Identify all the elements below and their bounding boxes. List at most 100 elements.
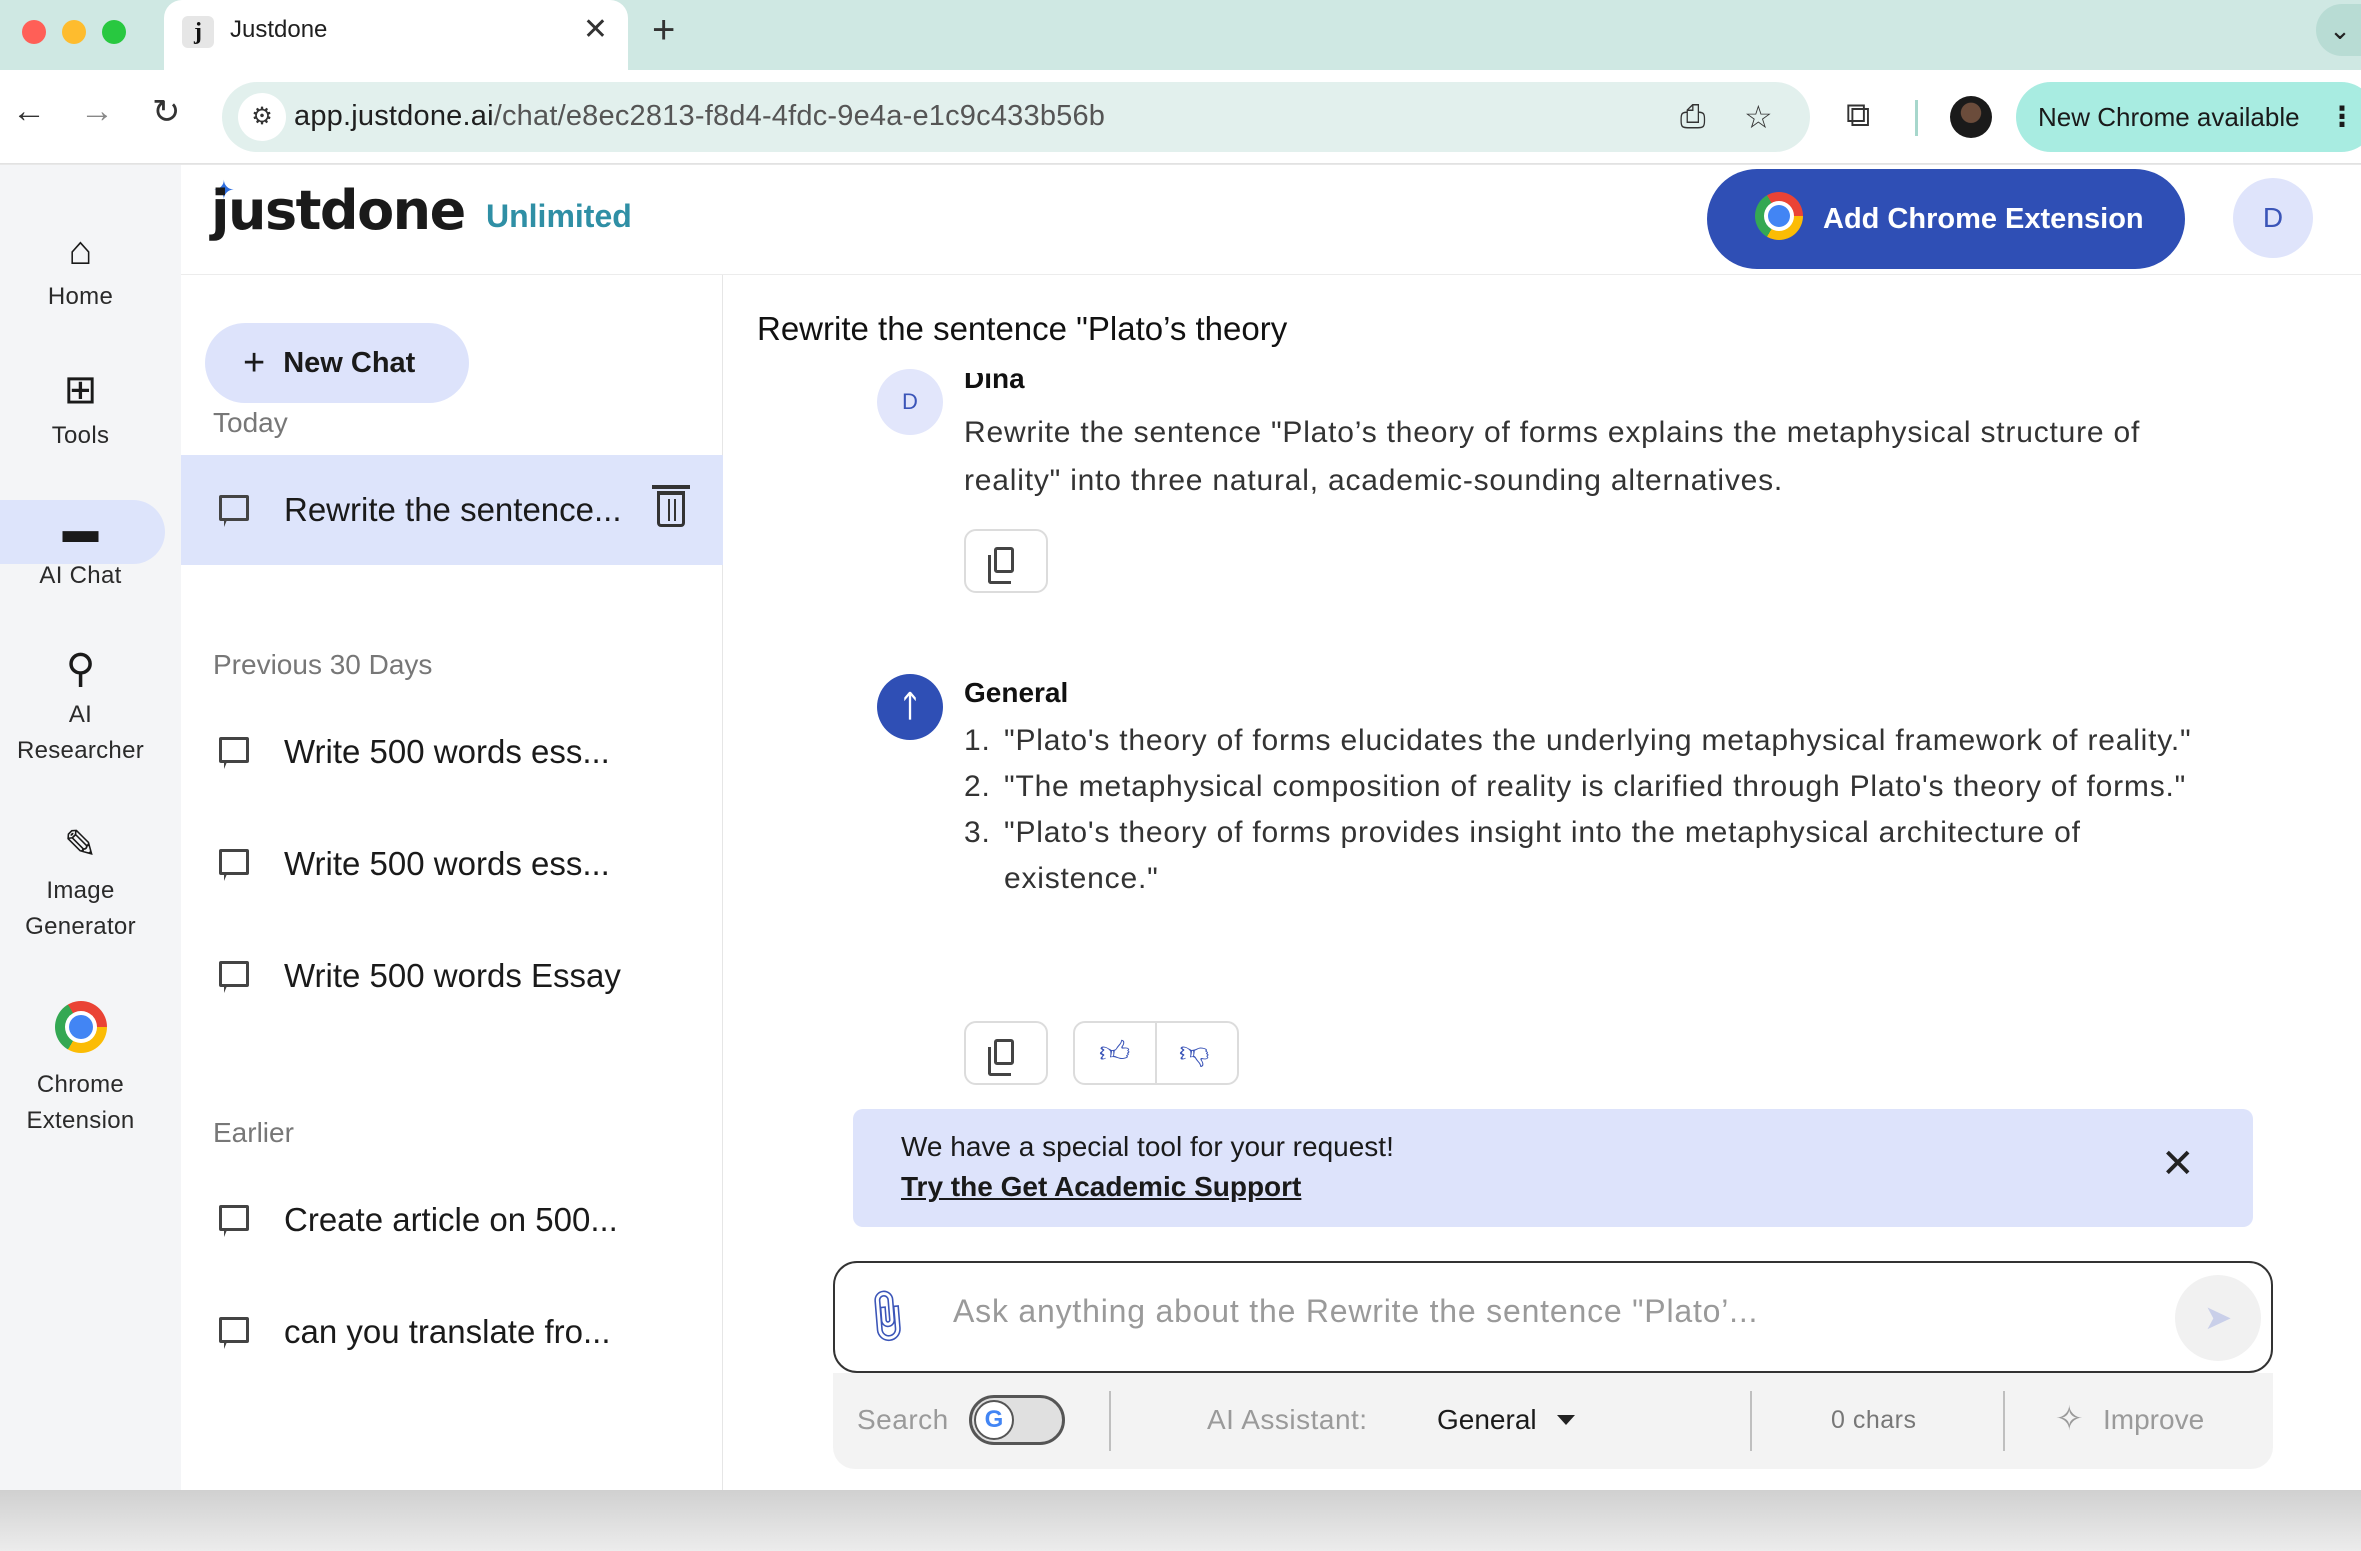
browser-tab-bar: j Justdone ✕ + ⌄: [0, 0, 2361, 70]
site-settings-icon[interactable]: ⚙: [238, 93, 286, 141]
rail-item-chrome-extension[interactable]: Chrome Extension: [0, 993, 161, 1139]
send-button[interactable]: ➤: [2175, 1275, 2261, 1361]
tab-close-icon[interactable]: ✕: [583, 12, 608, 47]
chat-history-item[interactable]: Rewrite the sentence...: [181, 455, 723, 565]
desktop-backdrop: [0, 1490, 2361, 1551]
user-message-text: Rewrite the sentence "Plato’s theory of …: [964, 416, 2141, 497]
thumbs-up-icon[interactable]: 👍︎: [1099, 1035, 1130, 1071]
trash-icon[interactable]: [652, 485, 690, 527]
forward-arrow-icon[interactable]: →: [80, 92, 114, 131]
grid-icon: ⊞: [63, 368, 98, 412]
rail-item-home[interactable]: ⌂ Home: [0, 223, 161, 315]
chat-history-item[interactable]: can you translate fro...: [181, 1277, 723, 1387]
control-divider: [2003, 1391, 2005, 1451]
control-divider: [1109, 1391, 1111, 1451]
window-close-button[interactable]: [22, 20, 46, 44]
back-arrow-icon[interactable]: ←: [12, 92, 46, 131]
window-minimize-button[interactable]: [62, 20, 86, 44]
assistant-message-list: 1. "Plato's theory of forms elucidates th…: [964, 718, 2194, 902]
chrome-icon: [54, 1001, 107, 1053]
chat-bubble-icon: [219, 1317, 249, 1349]
search-toggle[interactable]: G: [969, 1395, 1065, 1445]
chat-area: Rewrite the sentence "Plato’s theory D D…: [724, 275, 2361, 1490]
control-divider: [1750, 1391, 1752, 1451]
special-tool-banner: We have a special tool for your request!…: [853, 1109, 2253, 1227]
assistant-message-name: General: [964, 677, 1069, 708]
chrome-icon: [1755, 192, 1803, 240]
bookmark-star-icon[interactable]: ☆: [1744, 98, 1773, 136]
user-avatar[interactable]: D: [2233, 178, 2313, 258]
chat-history-sidebar: + New Chat Today Rewrite the sentence... …: [181, 275, 723, 1490]
home-icon: ⌂: [68, 229, 93, 273]
chat-bubble-icon: [219, 737, 249, 769]
copy-button[interactable]: [964, 529, 1048, 593]
chat-history-item[interactable]: Write 500 words ess...: [181, 697, 723, 807]
user-message-avatar: D: [877, 369, 943, 435]
toolbar-divider: [1915, 100, 1918, 136]
search-toggle-label: Search: [857, 1404, 949, 1435]
brush-icon: ✎: [63, 823, 98, 867]
chat-icon: ▬: [62, 509, 99, 550]
add-chrome-extension-button[interactable]: Add Chrome Extension: [1707, 169, 2185, 269]
search-zoom-icon: ⚲: [65, 647, 96, 691]
composer-controls: Search G AI Assistant: General 0 chars ✧…: [833, 1373, 2273, 1469]
tab-search-chevron-icon[interactable]: ⌄: [2316, 4, 2361, 56]
browser-toolbar: ← → ↻ ⚙ app.justdone.ai/chat/e8ec2813-f8…: [0, 70, 2361, 164]
chat-bubble-icon: [219, 961, 249, 993]
thumbs-down-icon[interactable]: 👎︎: [1179, 1035, 1209, 1071]
app-window: ⌂ Home ⊞ Tools ▬ AI Chat ⚲ AI Researcher…: [0, 165, 2361, 1490]
message-input[interactable]: [953, 1293, 2103, 1330]
list-item: 2. "The metaphysical composition of reali…: [964, 770, 2187, 803]
sparkle-icon: ✧: [2055, 1400, 2084, 1438]
plan-badge: Unlimited: [486, 198, 632, 234]
chat-bubble-icon: [219, 849, 249, 881]
favicon-icon: j: [182, 16, 214, 48]
copy-icon: [988, 1039, 1014, 1076]
url-text[interactable]: app.justdone.ai/chat/e8ec2813-f8d4-4fdc-…: [294, 100, 1105, 133]
plus-icon: +: [243, 342, 266, 384]
section-heading-previous-30-days: Previous 30 Days: [213, 649, 433, 680]
rail-item-image-generator[interactable]: ✎ Image Generator: [0, 817, 161, 945]
chat-history-item[interactable]: Write 500 words Essay: [181, 921, 723, 1031]
new-tab-button[interactable]: +: [652, 8, 675, 53]
copy-icon: [988, 547, 1014, 584]
window-zoom-button[interactable]: [102, 20, 126, 44]
banner-title: We have a special tool for your request!: [901, 1131, 1394, 1162]
tab-title: Justdone: [230, 16, 328, 43]
chat-title: Rewrite the sentence "Plato’s theory: [757, 310, 1288, 347]
assistant-avatar: ᛏ: [877, 674, 943, 740]
new-chat-button[interactable]: + New Chat: [205, 323, 469, 403]
extensions-puzzle-icon[interactable]: ⧉: [1846, 96, 1870, 135]
list-item: 1. "Plato's theory of forms elucidates th…: [964, 724, 2192, 757]
more-menu-icon[interactable]: ⋮: [2328, 82, 2356, 152]
justdone-logo[interactable]: justdone: [211, 179, 466, 242]
rail-item-ai-researcher[interactable]: ⚲ AI Researcher: [0, 641, 161, 769]
academic-support-link[interactable]: Try the Get Academic Support: [901, 1171, 1301, 1203]
google-icon: G: [974, 1400, 1014, 1440]
rail-item-tools[interactable]: ⊞ Tools: [0, 362, 161, 454]
improve-button[interactable]: Improve: [2103, 1404, 2204, 1436]
close-icon[interactable]: ✕: [2161, 1141, 2195, 1187]
feedback-button-group: 👍︎ 👎︎: [1073, 1021, 1239, 1085]
chevron-down-icon[interactable]: [1557, 1415, 1575, 1425]
paperclip-icon[interactable]: 📎︎: [852, 1282, 921, 1351]
user-message-name: Dina: [964, 363, 1025, 394]
chat-bubble-icon: [219, 495, 249, 527]
install-app-icon[interactable]: ⎙: [1680, 98, 1706, 136]
rail-item-ai-chat[interactable]: ▬ AI Chat: [0, 502, 161, 594]
chat-bubble-icon: [219, 1205, 249, 1237]
copy-button[interactable]: [964, 1021, 1048, 1085]
section-heading-today: Today: [213, 407, 288, 438]
app-header: ✦ justdone Unlimited Add Chrome Extensio…: [181, 165, 2361, 275]
reload-icon[interactable]: ↻: [152, 92, 181, 132]
profile-avatar[interactable]: [1950, 96, 1992, 138]
browser-tab[interactable]: j Justdone ✕: [164, 0, 628, 70]
vote-divider: [1155, 1023, 1157, 1083]
char-counter: 0 chars: [1831, 1406, 1917, 1434]
assistant-select[interactable]: General: [1437, 1404, 1537, 1436]
chat-history-item[interactable]: Write 500 words ess...: [181, 809, 723, 919]
address-bar[interactable]: ⚙ app.justdone.ai/chat/e8ec2813-f8d4-4fd…: [222, 82, 1810, 152]
chat-history-item[interactable]: Create article on 500...: [181, 1165, 723, 1275]
assistant-label: AI Assistant:: [1207, 1404, 1368, 1435]
update-chrome-button[interactable]: New Chrome available ⋮: [2016, 82, 2361, 152]
